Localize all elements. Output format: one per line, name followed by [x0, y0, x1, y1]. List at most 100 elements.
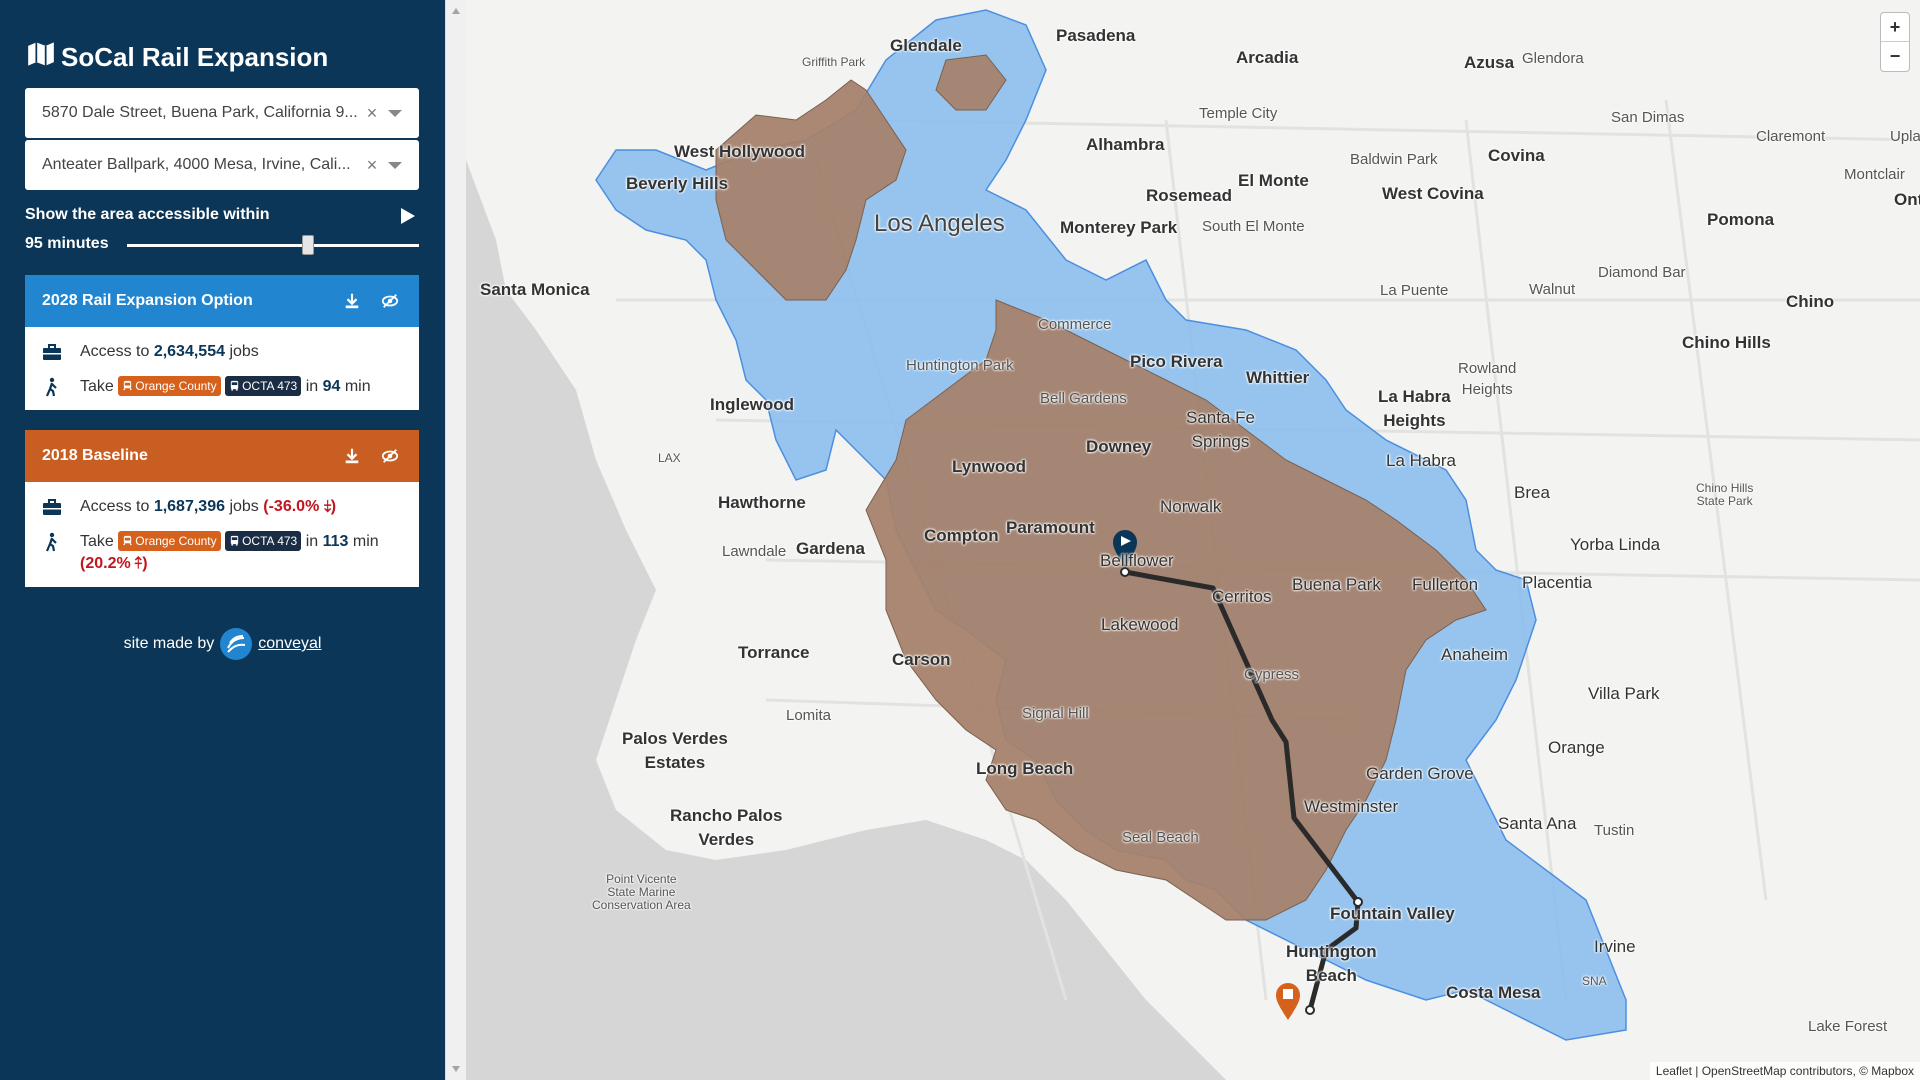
time-slider[interactable]: [127, 235, 419, 255]
place-label: Upla: [1890, 128, 1920, 145]
briefcase-icon: [43, 499, 61, 515]
place-label: Westminster: [1304, 797, 1399, 816]
place-label: Placentia: [1522, 573, 1592, 592]
download-icon[interactable]: [343, 447, 361, 465]
sidebar: SoCal Rail Expansion 5870 Dale Street, B…: [0, 0, 445, 1080]
download-icon[interactable]: [343, 292, 361, 310]
min-suffix: min: [344, 378, 371, 395]
place-label: El Monte: [1238, 171, 1309, 190]
route-chip-orange-county[interactable]: Orange County: [118, 530, 221, 551]
place-label: Beverly Hills: [626, 174, 729, 193]
place-label: Anaheim: [1441, 645, 1509, 664]
origin-input[interactable]: 5870 Dale Street, Buena Park, California…: [25, 88, 419, 138]
trip-minutes: 94: [322, 378, 341, 395]
place-label: Tustin: [1594, 822, 1635, 839]
place-label: Fullerton: [1412, 575, 1479, 594]
place-label: San Dimas: [1611, 109, 1685, 126]
origin-clear-icon[interactable]: ×: [362, 103, 382, 124]
hide-eye-icon[interactable]: [381, 447, 399, 465]
zoom-out-button[interactable]: −: [1881, 42, 1909, 71]
destination-input[interactable]: Anteater Ballpark, 4000 Mesa, Irvine, Ca…: [25, 140, 419, 190]
place-label: Long Beach: [976, 759, 1074, 778]
place-label: Lakewood: [1101, 615, 1179, 634]
scroll-down-icon[interactable]: [452, 1066, 460, 1072]
place-label: Santa Fe Springs: [1186, 408, 1255, 451]
play-icon[interactable]: [401, 208, 415, 224]
jobs-row: Access to 2,634,554 jobs: [25, 341, 419, 363]
place-label: La Puente: [1380, 282, 1449, 299]
place-label: Glendora: [1522, 50, 1584, 67]
place-label: Diamond Bar: [1598, 264, 1686, 281]
site-credit: site made by conveyal: [0, 628, 445, 660]
place-label: Chino Hills State Park: [1696, 481, 1754, 508]
app-title-text: SoCal Rail Expansion: [61, 42, 329, 72]
destination-dropdown-icon[interactable]: [388, 161, 402, 169]
zoom-in-button[interactable]: +: [1881, 13, 1909, 42]
place-label: Pomona: [1707, 210, 1775, 229]
destination-marker-icon[interactable]: [1276, 983, 1300, 1020]
place-label: Chino Hills: [1682, 333, 1771, 352]
map-canvas[interactable]: [466, 0, 1920, 1080]
place-label: Hawthorne: [718, 493, 806, 512]
route-chip-octa[interactable]: OCTA 473: [225, 375, 302, 396]
place-label: Pasadena: [1056, 26, 1136, 45]
place-label: Lomita: [786, 707, 832, 724]
place-label: Santa Ana: [1498, 814, 1577, 833]
scroll-up-icon[interactable]: [452, 8, 460, 14]
origin-dropdown-icon[interactable]: [388, 109, 402, 117]
route-chip-label: OCTA 473: [242, 378, 298, 393]
route-chip-orange-county[interactable]: Orange County: [118, 375, 221, 396]
walking-icon: [45, 532, 57, 552]
place-label: Chino: [1786, 292, 1835, 311]
place-label: Arcadia: [1236, 48, 1299, 67]
place-label: Monterey Park: [1060, 218, 1178, 237]
place-label: Los Angeles: [874, 210, 1005, 237]
time-change: (20.2% ⤉): [80, 555, 148, 572]
train-icon: [123, 536, 133, 546]
place-label: Yorba Linda: [1570, 535, 1661, 554]
access-label: Show the area accessible within: [25, 206, 270, 223]
destination-clear-icon[interactable]: ×: [362, 155, 382, 176]
trip-minutes: 113: [322, 533, 349, 550]
train-icon: [123, 381, 133, 391]
place-label: LAX: [658, 451, 681, 465]
place-label: Griffith Park: [802, 55, 866, 69]
place-label: Azusa: [1464, 53, 1515, 72]
access-prefix: Access to: [80, 343, 150, 360]
trip-row: Take Orange County OCTA 473 in 94 min: [25, 375, 419, 398]
route-chip-octa[interactable]: OCTA 473: [225, 530, 302, 551]
place-label: Orange: [1548, 738, 1605, 757]
conveyal-link[interactable]: conveyal: [258, 635, 321, 653]
place-label: Cypress: [1244, 666, 1300, 683]
route-chip-label: Orange County: [135, 533, 217, 548]
place-label: Whittier: [1246, 368, 1310, 387]
walking-icon: [45, 377, 57, 397]
place-label: Covina: [1488, 146, 1545, 165]
route-end-point: [1305, 1005, 1315, 1015]
place-label: Compton: [924, 526, 999, 545]
place-label: Gardena: [796, 539, 865, 558]
bus-icon: [230, 381, 239, 391]
place-label: Rowland Heights: [1458, 360, 1517, 398]
card-2018-title: 2018 Baseline: [42, 447, 148, 464]
place-label: Cerritos: [1212, 587, 1272, 606]
place-label: Signal Hill: [1022, 705, 1089, 722]
map-view[interactable]: Glendale Pasadena Arcadia Azusa Glendora…: [466, 0, 1920, 1080]
route-chip-label: Orange County: [135, 378, 217, 393]
place-label: Santa Monica: [480, 280, 590, 299]
app-title: SoCal Rail Expansion: [27, 40, 328, 75]
map-attribution[interactable]: Leaflet | OpenStreetMap contributors, © …: [1649, 1062, 1920, 1080]
place-label: West Hollywood: [674, 142, 805, 161]
place-label: Inglewood: [710, 395, 795, 414]
time-slider-thumb[interactable]: [302, 235, 315, 255]
jobs-count: 2,634,554: [153, 343, 225, 360]
in-prefix: in: [305, 378, 319, 395]
place-label: Carson: [892, 650, 951, 669]
place-label: Brea: [1514, 483, 1550, 502]
hide-eye-icon[interactable]: [381, 292, 399, 310]
sidebar-scrollbar[interactable]: [445, 0, 466, 1080]
place-label: Claremont: [1756, 128, 1826, 145]
jobs-row: Access to 1,687,396 jobs (-36.0% ⤈): [25, 496, 419, 518]
place-label: Walnut: [1529, 281, 1576, 298]
place-label: Buena Park: [1292, 575, 1381, 594]
